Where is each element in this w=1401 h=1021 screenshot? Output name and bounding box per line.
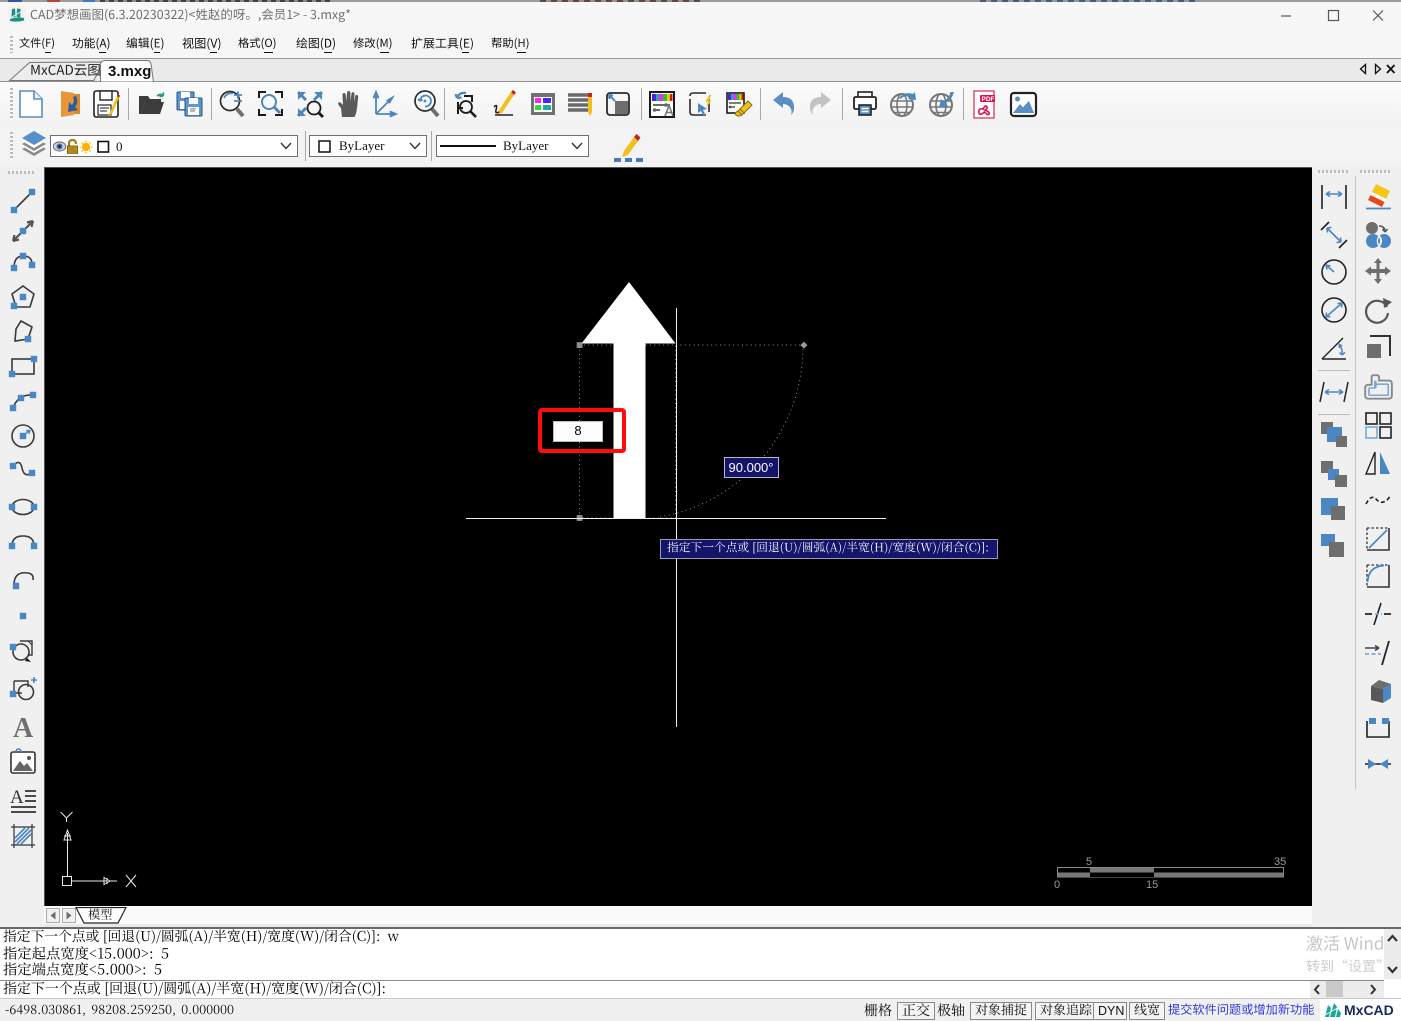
svg-text:A: A [13,713,34,742]
svg-text:0: 0 [1054,879,1060,891]
svg-text:5: 5 [1086,856,1092,868]
svg-text:A: A [10,787,24,808]
svg-text:35: 35 [1274,856,1286,868]
svg-text:PDF: PDF [982,96,995,103]
svg-text:15: 15 [1146,879,1158,891]
